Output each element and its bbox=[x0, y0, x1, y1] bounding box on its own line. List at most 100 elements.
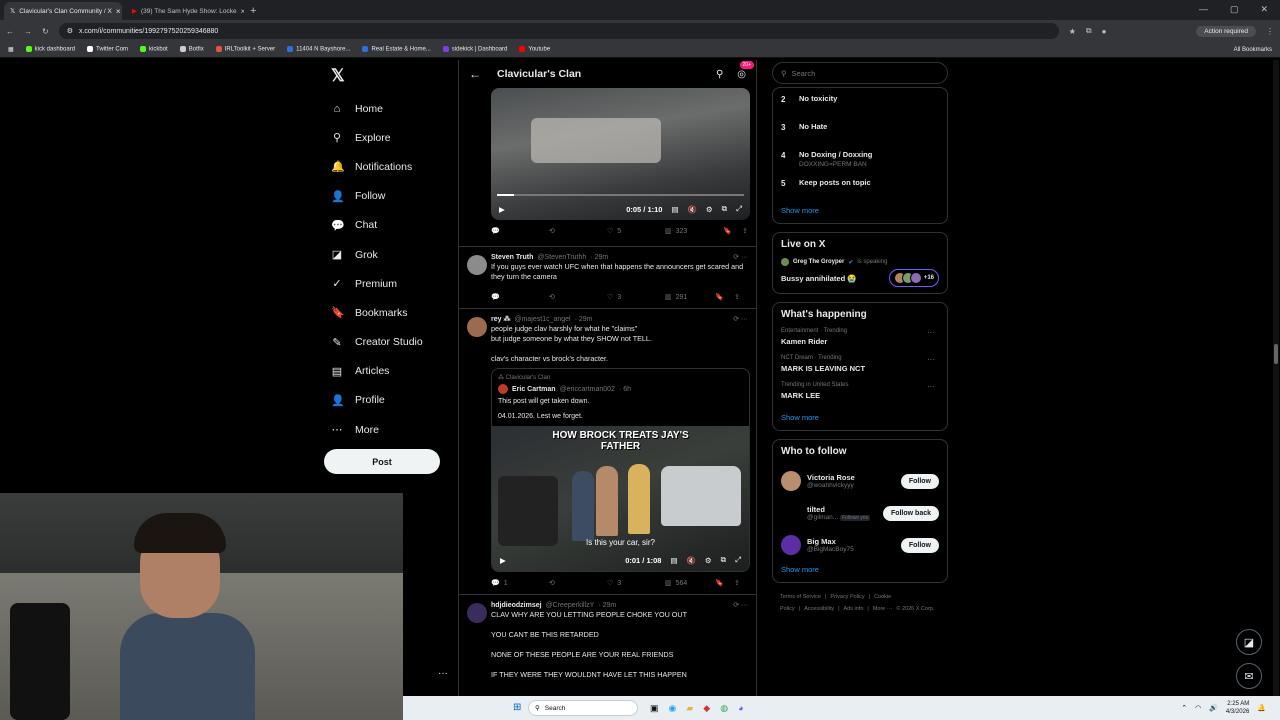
bookmark-icon[interactable]: 🔖 bbox=[715, 293, 724, 301]
post-button[interactable]: Post bbox=[324, 449, 440, 474]
close-tab-icon[interactable]: × bbox=[241, 7, 244, 16]
pip-icon[interactable]: ⧉ bbox=[721, 555, 726, 565]
tweet-author-name[interactable]: Steven Truth bbox=[491, 254, 533, 261]
avatar[interactable] bbox=[467, 317, 487, 337]
quoted-time[interactable]: · 6h bbox=[619, 386, 631, 393]
trend-item[interactable]: Entertainment · Trending Kamen Rider ··· bbox=[781, 328, 939, 346]
nav-item-chat[interactable]: 💬 Chat bbox=[325, 211, 455, 240]
nav-item-notifications[interactable]: 🔔 Notifications bbox=[325, 152, 455, 181]
app-icon[interactable]: ◆ bbox=[703, 703, 710, 714]
reply-button[interactable]: 💬 bbox=[491, 293, 549, 301]
all-bookmarks-button[interactable]: All Bookmarks bbox=[1234, 47, 1272, 53]
avatar[interactable] bbox=[467, 603, 487, 623]
community-rule[interactable]: 3 No Hate bbox=[781, 118, 939, 146]
nav-item-articles[interactable]: ▤ Articles bbox=[325, 357, 455, 386]
messages-float-icon[interactable]: ✉ bbox=[1236, 663, 1262, 689]
views-count[interactable]: ▥ 323 bbox=[665, 227, 715, 236]
bookmark-item[interactable]: kick dashboard bbox=[25, 46, 75, 53]
repost-button[interactable]: ⟲ bbox=[549, 579, 607, 587]
trend-item[interactable]: Trending in United States MARK LEE ··· bbox=[781, 382, 939, 400]
bookmark-item[interactable]: Youtube bbox=[519, 46, 550, 53]
more-options-icon[interactable]: ··· bbox=[927, 328, 935, 337]
nav-item-creator-studio[interactable]: ✎ Creator Studio bbox=[325, 328, 455, 357]
grok-float-icon[interactable]: ◪ bbox=[1236, 629, 1262, 655]
close-tab-icon[interactable]: × bbox=[116, 7, 121, 16]
new-tab-button[interactable]: + bbox=[250, 5, 256, 20]
footer-link[interactable]: Privacy Policy bbox=[830, 594, 864, 600]
more-options-icon[interactable]: ··· bbox=[927, 382, 935, 391]
follow-suggestion[interactable]: tilted @gilman... Follows you Follow back bbox=[781, 497, 939, 529]
omnibox[interactable]: ⚙ x.com/i/communities/199279752025934688… bbox=[58, 23, 1059, 39]
reply-button[interactable]: 💬 1 bbox=[491, 579, 549, 588]
live-on-x-card[interactable]: Live on X Greg The Groyper ✔ is speaking… bbox=[772, 232, 948, 294]
maximize-icon[interactable]: ▢ bbox=[1230, 4, 1239, 15]
nav-item-premium[interactable]: ✓ Premium bbox=[325, 269, 455, 298]
repost-button[interactable]: ⟲ bbox=[549, 227, 607, 235]
share-icon[interactable]: ⇪ bbox=[734, 293, 740, 301]
wifi-icon[interactable]: ◠ bbox=[1195, 704, 1201, 712]
views-count[interactable]: ▥ 564 bbox=[665, 579, 715, 588]
tweet-time[interactable]: · 29m bbox=[598, 602, 616, 609]
more-options-icon[interactable]: ⟳ ··· bbox=[733, 253, 748, 261]
like-button[interactable]: ♡ 3 bbox=[607, 579, 665, 588]
windows-start-icon[interactable]: ⊞ bbox=[513, 702, 521, 713]
follow-suggestion[interactable]: Victoria Rose @woahhvickyyy Follow bbox=[781, 465, 939, 497]
quoted-author-handle[interactable]: @ericcartman002 bbox=[560, 386, 615, 393]
play-icon[interactable]: ▶ bbox=[500, 556, 506, 565]
video-progress-bar[interactable] bbox=[497, 194, 744, 196]
tweet-author-name[interactable]: rey ⁂ bbox=[491, 315, 510, 323]
nav-item-bookmarks[interactable]: 🔖 Bookmarks bbox=[325, 298, 455, 327]
bookmark-item[interactable]: Botfix bbox=[179, 46, 204, 53]
user-name[interactable]: Big Max bbox=[807, 537, 854, 546]
tweet-author-handle[interactable]: @StevenTruthh bbox=[537, 254, 586, 261]
more-options-icon[interactable]: ··· bbox=[927, 355, 935, 364]
notifications-icon[interactable]: ◎ 20+ bbox=[737, 60, 754, 80]
mute-icon[interactable]: 🔇 bbox=[688, 205, 697, 214]
quoted-community[interactable]: ⁂ Clavicular's Clan bbox=[498, 374, 743, 381]
live-listeners[interactable]: +16 bbox=[888, 269, 939, 287]
action-required-button[interactable]: Action required bbox=[1196, 25, 1256, 37]
avatar[interactable] bbox=[781, 471, 801, 491]
search-input[interactable]: ⚲ Search bbox=[772, 62, 948, 84]
nav-item-more[interactable]: ⋯ More bbox=[325, 415, 455, 444]
avatar[interactable] bbox=[781, 535, 801, 555]
minimize-icon[interactable]: — bbox=[1199, 4, 1208, 15]
community-rule[interactable]: 4 No Doxing / Doxxing DOXXING=PERM BAN bbox=[781, 146, 939, 174]
profile-icon[interactable]: ● bbox=[1102, 27, 1107, 36]
browser-tab[interactable]: ▶ (39) The Sam Hyde Show: Locke × bbox=[126, 2, 244, 20]
video-player[interactable]: ▶ 0:05 / 1:10 ▤ 🔇 ⚙ ⧉ ⤢ bbox=[491, 88, 750, 220]
tweet-author-handle[interactable]: @majest1c_angel bbox=[514, 316, 570, 323]
bookmark-item[interactable]: kickbot bbox=[140, 46, 168, 53]
views-count[interactable]: ▥ 291 bbox=[665, 293, 715, 302]
volume-icon[interactable]: 🔊 bbox=[1209, 704, 1218, 712]
bookmark-item[interactable]: 11404 N Bayshore... bbox=[287, 46, 350, 53]
search-icon[interactable]: ⚲ bbox=[716, 69, 723, 80]
share-icon[interactable]: ⇪ bbox=[734, 579, 740, 587]
settings-icon[interactable]: ⚙ bbox=[706, 205, 713, 214]
nav-item-explore[interactable]: ⚲ Explore bbox=[325, 123, 455, 152]
tweet[interactable]: rey ⁂ @majest1c_angel · 29m ⟳ ··· people… bbox=[459, 308, 756, 594]
chrome-icon[interactable]: ◍ bbox=[720, 703, 728, 714]
tweet[interactable]: Steven Truth @StevenTruthh · 29m ⟳ ··· I… bbox=[459, 246, 756, 308]
task-view-icon[interactable]: ▣ bbox=[650, 703, 659, 714]
repost-button[interactable]: ⟲ bbox=[549, 293, 607, 301]
avatar[interactable] bbox=[467, 255, 487, 275]
page-scrollbar[interactable] bbox=[1273, 60, 1279, 696]
tweet-time[interactable]: · 29m bbox=[575, 316, 593, 323]
bookmark-item[interactable]: sidekick | Dashboard bbox=[442, 46, 507, 53]
user-name[interactable]: tilted bbox=[807, 505, 870, 514]
follow-button[interactable]: Follow bbox=[900, 473, 939, 489]
bookmark-item[interactable]: Twitter Com bbox=[87, 46, 128, 53]
bookmark-item[interactable]: IRLToolkit + Server bbox=[215, 46, 275, 53]
menu-icon[interactable]: ⋮ bbox=[1266, 27, 1274, 36]
discord-icon[interactable]: ◕ bbox=[738, 703, 743, 714]
footer-link[interactable]: © 2026 X Corp. bbox=[896, 606, 934, 612]
reload-icon[interactable]: ↻ bbox=[42, 27, 49, 36]
taskbar-search[interactable]: ⚲ Search bbox=[528, 700, 638, 716]
bookmark-icon[interactable]: 🔖 bbox=[723, 227, 732, 235]
nav-item-grok[interactable]: ◪ Grok bbox=[325, 240, 455, 269]
footer-link[interactable]: More ··· bbox=[873, 606, 893, 612]
more-options-icon[interactable]: ⟳ ··· bbox=[733, 601, 748, 609]
tweet-author-handle[interactable]: @CreeperkillzY bbox=[546, 602, 595, 609]
follow-suggestion[interactable]: Big Max @BigMacBoy75 Follow bbox=[781, 529, 939, 561]
